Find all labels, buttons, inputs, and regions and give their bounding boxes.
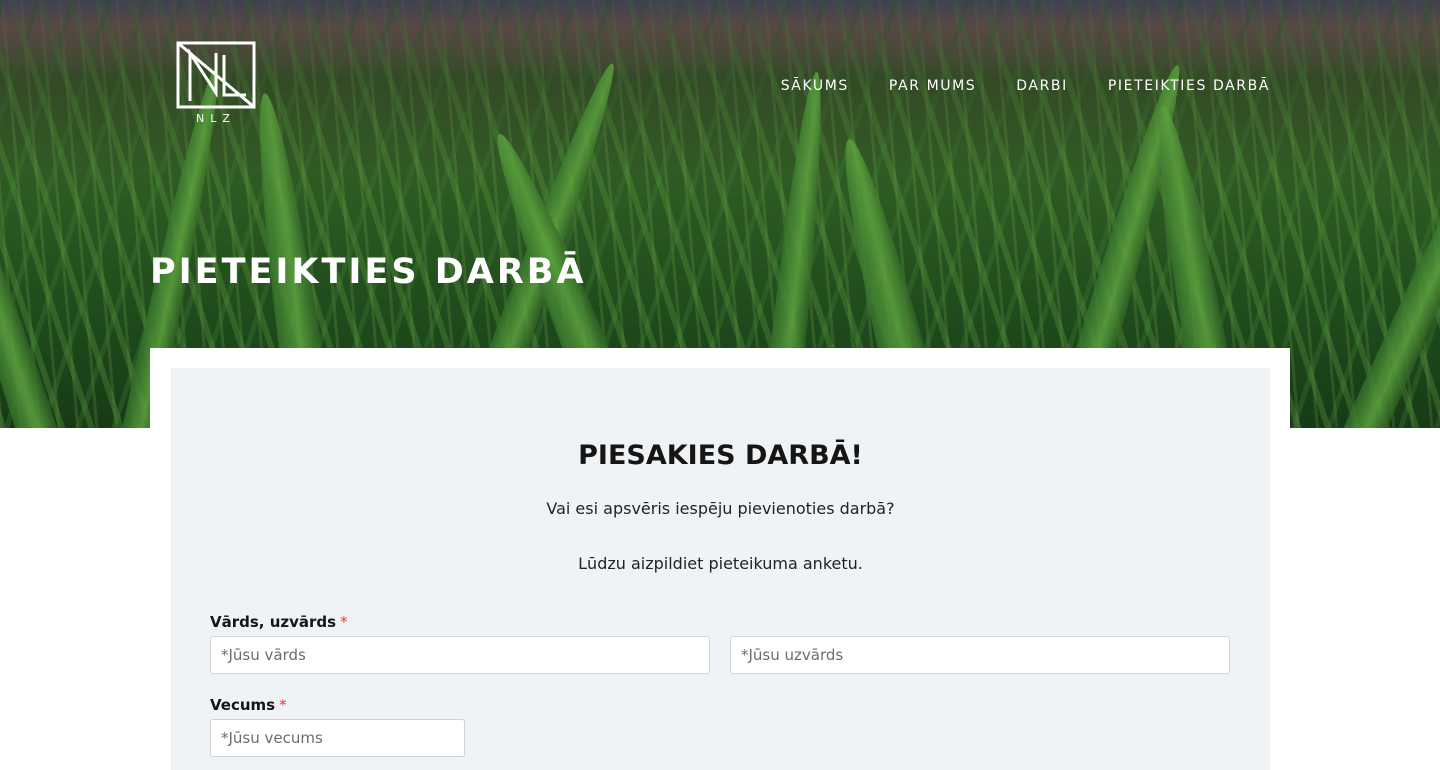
logo[interactable]: NLZ xyxy=(176,41,256,127)
logo-mark-icon xyxy=(176,41,256,109)
age-label-text: Vecums xyxy=(210,696,276,714)
age-input[interactable] xyxy=(210,719,465,757)
name-label-text: Vārds, uzvārds xyxy=(210,613,337,631)
nav-item-pieteikties-darba[interactable]: PIETEIKTIES DARBĀ xyxy=(1108,78,1270,94)
first-name-input[interactable] xyxy=(210,636,710,674)
age-label: Vecums * xyxy=(210,696,287,714)
logo-text: NLZ xyxy=(196,112,236,125)
leaf-decoration xyxy=(0,129,60,428)
application-form: PIESAKIES DARBĀ! Vai esi apsvēris iespēj… xyxy=(171,368,1270,770)
name-label: Vārds, uzvārds * xyxy=(210,613,348,631)
leaf-decoration xyxy=(1341,84,1440,428)
last-name-input[interactable] xyxy=(730,636,1230,674)
required-marker: * xyxy=(340,613,348,631)
form-intro-question: Vai esi apsvēris iespēju pievienoties da… xyxy=(546,499,895,518)
page-title: PIETEIKTIES DARBĀ xyxy=(150,252,587,292)
form-title: PIESAKIES DARBĀ! xyxy=(578,440,863,471)
required-marker: * xyxy=(279,696,287,714)
form-intro-instruction: Lūdzu aizpildiet pieteikuma anketu. xyxy=(578,554,863,573)
nav-item-sakums[interactable]: SĀKUMS xyxy=(781,78,849,94)
main-nav: SĀKUMS PAR MUMS DARBI PIETEIKTIES DARBĀ xyxy=(781,78,1270,94)
nav-item-par-mums[interactable]: PAR MUMS xyxy=(889,78,976,94)
nav-item-darbi[interactable]: DARBI xyxy=(1016,78,1068,94)
